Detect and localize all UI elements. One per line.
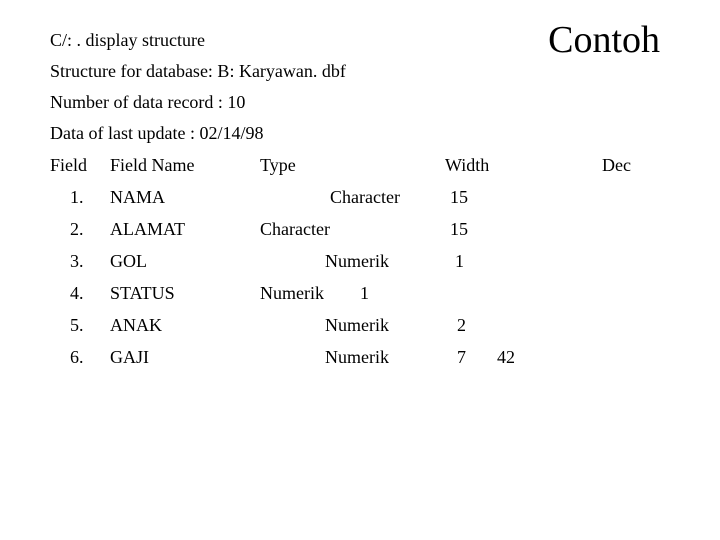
row-name: STATUS (110, 284, 175, 302)
table-header-row: Field Field Name Type Width Dec (50, 156, 670, 188)
row-dec: 42 (497, 348, 515, 366)
row-num: 5. (70, 316, 84, 334)
header-field: Field (50, 156, 87, 174)
row-width: 1 (360, 284, 369, 302)
row-num: 2. (70, 220, 84, 238)
header-type: Type (260, 156, 296, 174)
row-width: 15 (450, 188, 468, 206)
row-name: GAJI (110, 348, 149, 366)
row-width: 15 (450, 220, 468, 238)
row-num: 3. (70, 252, 84, 270)
database-line: Structure for database: B: Karyawan. dbf (50, 61, 670, 82)
last-update-line: Data of last update : 02/14/98 (50, 123, 670, 144)
row-name: NAMA (110, 188, 165, 206)
row-type: Numerik (325, 252, 389, 270)
page-title: Contoh (548, 18, 660, 62)
table-row: 4. STATUS Numerik 1 (50, 284, 670, 316)
header-name: Field Name (110, 156, 194, 174)
structure-table: Field Field Name Type Width Dec 1. NAMA … (50, 156, 670, 380)
row-width: 2 (457, 316, 466, 334)
row-name: ALAMAT (110, 220, 185, 238)
row-type: Character (260, 220, 330, 238)
row-width: 1 (455, 252, 464, 270)
table-row: 2. ALAMAT Character 15 (50, 220, 670, 252)
row-type: Numerik (260, 284, 324, 302)
table-row: 5. ANAK Numerik 2 (50, 316, 670, 348)
row-num: 6. (70, 348, 84, 366)
row-num: 4. (70, 284, 84, 302)
row-name: GOL (110, 252, 147, 270)
row-name: ANAK (110, 316, 162, 334)
header-width: Width (445, 156, 489, 174)
row-type: Numerik (325, 348, 389, 366)
record-count-line: Number of data record : 10 (50, 92, 670, 113)
row-type: Numerik (325, 316, 389, 334)
table-row: 1. NAMA Character 15 (50, 188, 670, 220)
header-dec: Dec (602, 156, 631, 174)
table-row: 3. GOL Numerik 1 (50, 252, 670, 284)
row-width: 7 (457, 348, 466, 366)
row-num: 1. (70, 188, 84, 206)
table-row: 6. GAJI Numerik 7 42 (50, 348, 670, 380)
row-type: Character (330, 188, 400, 206)
